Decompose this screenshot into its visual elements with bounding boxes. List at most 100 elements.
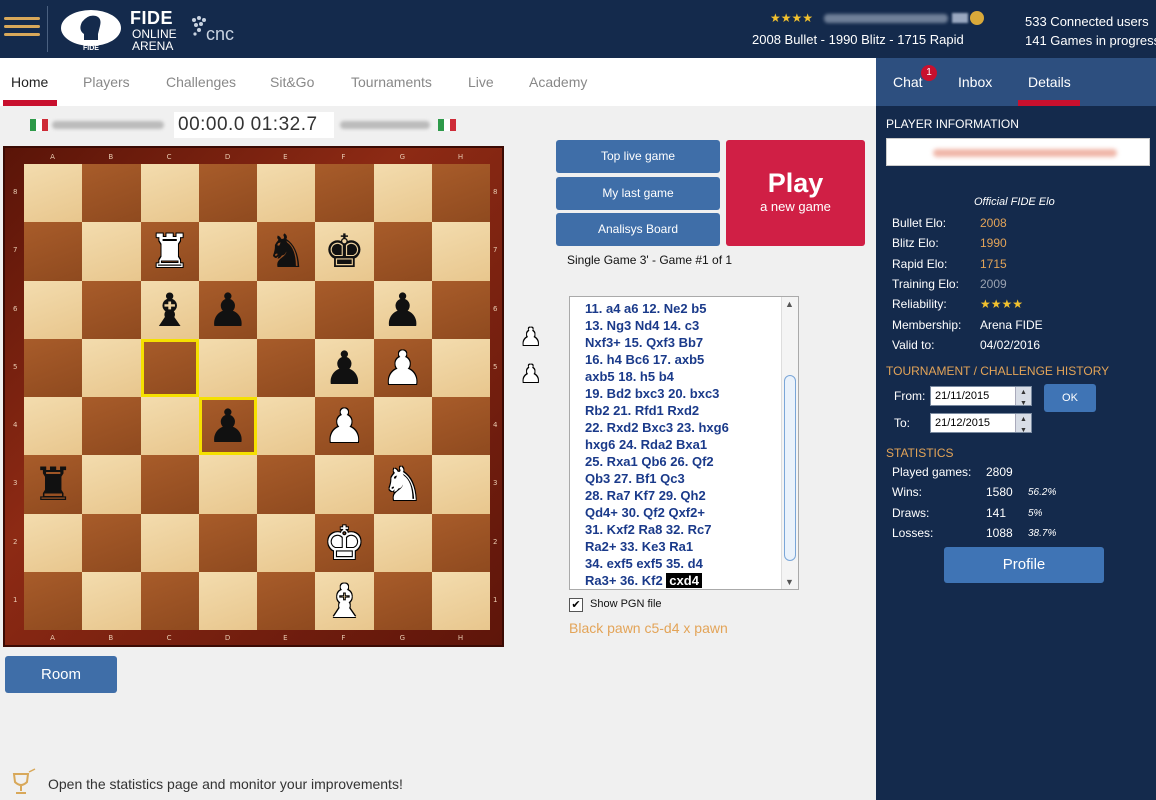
square-h4[interactable] [431,397,490,456]
square-d7[interactable] [198,222,257,281]
black-knight-icon[interactable]: ♞ [257,222,315,280]
pgn-line[interactable]: hxg6 24. Rda2 Bxa1 [585,437,707,454]
pgn-line[interactable]: 28. Ra7 Kf7 29. Qh2 [585,488,706,505]
black-pawn-icon[interactable]: ♟ [199,281,257,339]
square-a7[interactable] [24,222,83,281]
black-king-icon[interactable]: ♚ [315,222,373,280]
black-rook-icon[interactable]: ♜ [24,455,82,513]
square-c8[interactable] [140,164,199,223]
scroll-down-icon[interactable]: ▼ [785,577,794,587]
play-new-game-button[interactable]: Play a new game [726,140,865,246]
square-b8[interactable] [82,164,141,223]
nav-home[interactable]: Home [11,74,48,90]
square-c5[interactable] [140,338,199,397]
pgn-line[interactable]: Qd4+ 30. Qf2 Qxf2+ [585,505,705,522]
current-move[interactable]: cxd4 [666,573,702,588]
white-rook-icon[interactable]: ♜ [141,222,199,280]
square-b1[interactable] [82,571,141,630]
square-h6[interactable] [431,280,490,339]
square-d8[interactable] [198,164,257,223]
profile-button[interactable]: Profile [944,547,1104,583]
pgn-line[interactable]: 25. Rxa1 Qb6 26. Qf2 [585,454,714,471]
square-b4[interactable] [82,397,141,456]
black-pawn-icon[interactable]: ♟ [199,397,257,455]
square-a1[interactable] [24,571,83,630]
square-e1[interactable] [257,571,316,630]
square-f6[interactable] [315,280,374,339]
square-a4[interactable] [24,397,83,456]
pgn-line[interactable]: axb5 18. h5 b4 [585,369,674,386]
nav-academy[interactable]: Academy [529,74,587,90]
square-a5[interactable] [24,338,83,397]
square-h3[interactable] [431,455,490,514]
square-e8[interactable] [257,164,316,223]
pgn-line[interactable]: Rb2 21. Rfd1 Rxd2 [585,403,699,420]
white-pawn-icon[interactable]: ♟ [374,339,432,397]
white-pawn-icon[interactable]: ♟ [315,397,373,455]
square-h1[interactable] [431,571,490,630]
square-f8[interactable] [315,164,374,223]
square-d2[interactable] [198,513,257,572]
square-e4[interactable] [257,397,316,456]
square-c2[interactable] [140,513,199,572]
square-g7[interactable] [373,222,432,281]
square-b6[interactable] [82,280,141,339]
tab-chat[interactable]: Chat [893,74,923,90]
room-button[interactable]: Room [5,656,117,693]
square-g1[interactable] [373,571,432,630]
from-date-spinner[interactable] [1015,384,1031,413]
pgn-line[interactable]: Ra2+ 33. Ke3 Ra1 [585,539,693,556]
square-e5[interactable] [257,338,316,397]
square-h7[interactable] [431,222,490,281]
nav-tournaments[interactable]: Tournaments [351,74,432,90]
to-date-spinner[interactable] [1015,411,1031,440]
pgn-line[interactable]: Qb3 27. Bf1 Qc3 [585,471,685,488]
square-c1[interactable] [140,571,199,630]
square-a6[interactable] [24,280,83,339]
nav-sitgo[interactable]: Sit&Go [270,74,314,90]
tab-details[interactable]: Details [1028,74,1071,90]
black-bishop-icon[interactable]: ♝ [141,281,199,339]
square-c3[interactable] [140,455,199,514]
ok-button[interactable]: OK [1044,384,1096,412]
square-b3[interactable] [82,455,141,514]
nav-challenges[interactable]: Challenges [166,74,236,90]
square-g2[interactable] [373,513,432,572]
pgn-line[interactable]: 16. h4 Bc6 17. axb5 [585,352,704,369]
square-e6[interactable] [257,280,316,339]
hamburger-menu-icon[interactable] [4,12,40,46]
white-knight-icon[interactable]: ♞ [374,455,432,513]
square-b5[interactable] [82,338,141,397]
white-bishop-icon[interactable]: ♝ [315,572,373,630]
scroll-thumb[interactable] [784,375,796,561]
tab-inbox[interactable]: Inbox [958,74,992,90]
white-king-icon[interactable]: ♚ [315,514,373,572]
square-h8[interactable] [431,164,490,223]
square-c4[interactable] [140,397,199,456]
pgn-line[interactable]: 22. Rxd2 Bxc3 23. hxg6 [585,420,729,437]
square-f3[interactable] [315,455,374,514]
pgn-line[interactable]: 34. exf5 exf5 35. d4 [585,556,703,573]
square-g8[interactable] [373,164,432,223]
chess-board[interactable]: ♜ ♞ ♚ ♝ ♟ ♟ ♟ ♟ ♟ ♟ ♜ ♞ ♚ ♝ [24,164,490,630]
square-g4[interactable] [373,397,432,456]
nav-players[interactable]: Players [83,74,130,90]
my-last-game-button[interactable]: My last game [556,177,720,210]
player-search-field[interactable] [886,138,1150,166]
pgn-line[interactable]: 31. Kxf2 Ra8 32. Rc7 [585,522,711,539]
pgn-line[interactable]: 13. Ng3 Nd4 14. c3 [585,318,699,335]
user-summary[interactable]: ★★★★ 2008 Bullet - 1990 Blitz - 1715 Rap… [748,10,998,50]
square-b2[interactable] [82,513,141,572]
square-h5[interactable] [431,338,490,397]
fide-online-arena-logo[interactable]: FIDE FIDE ONLINE ARENA [58,6,178,52]
top-live-game-button[interactable]: Top live game [556,140,720,173]
square-a8[interactable] [24,164,83,223]
pgn-line[interactable]: 11. a4 a6 12. Ne2 b5 [585,301,706,318]
pgn-scrollbar[interactable]: ▲ ▼ [781,297,798,589]
square-e3[interactable] [257,455,316,514]
nav-live[interactable]: Live [468,74,494,90]
square-a2[interactable] [24,513,83,572]
from-date-field[interactable]: 21/11/2015 [930,384,1032,413]
pgn-line[interactable]: 19. Bd2 bxc3 20. bxc3 [585,386,719,403]
scroll-up-icon[interactable]: ▲ [785,299,794,309]
